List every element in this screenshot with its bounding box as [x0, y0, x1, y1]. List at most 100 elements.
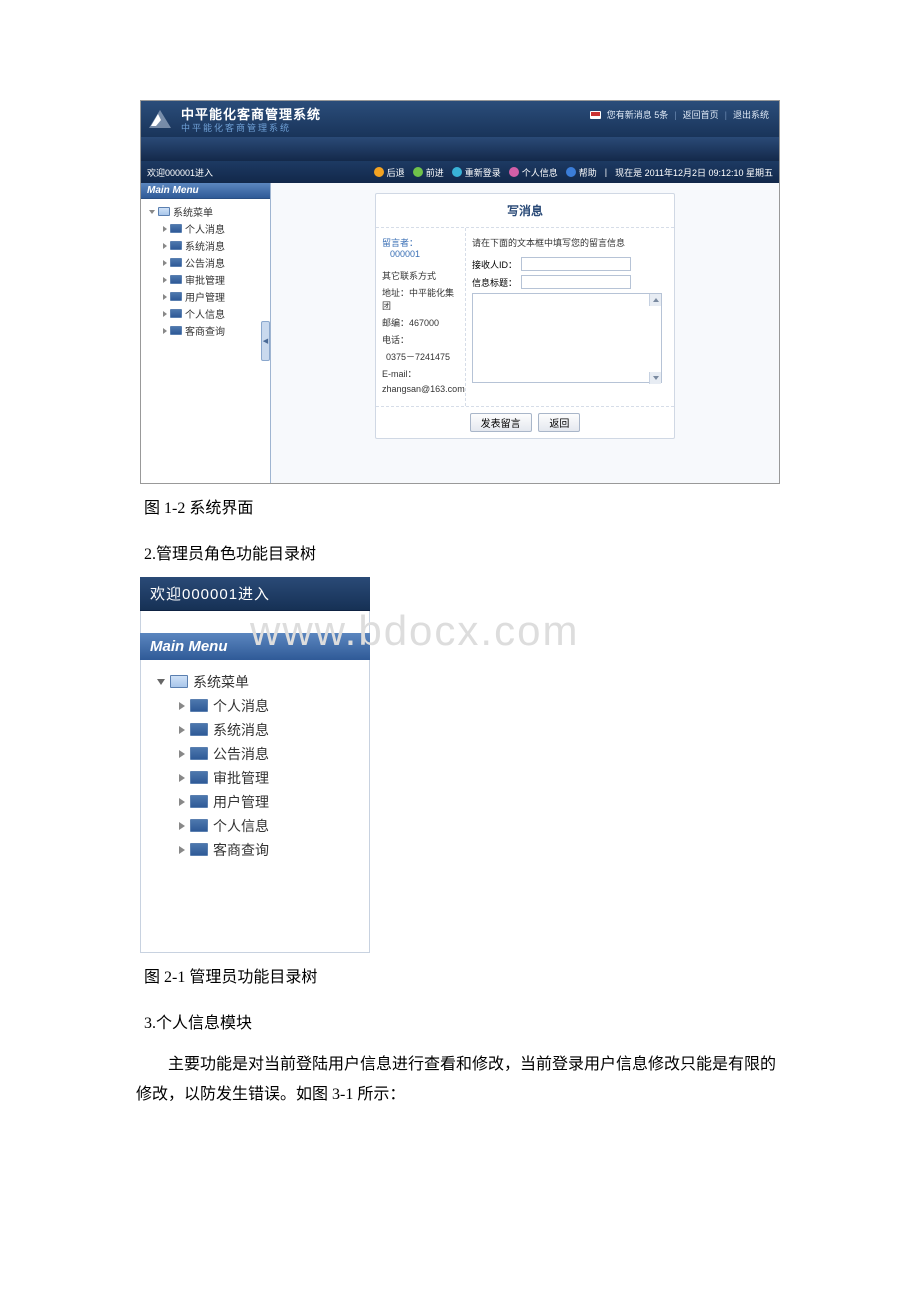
subject-label: 信息标题： — [472, 276, 517, 289]
folder-icon — [190, 723, 208, 736]
logout-link[interactable]: 退出系统 — [733, 108, 769, 121]
top-links: 您有新消息 5条 | 返回首页 | 退出系统 — [590, 108, 769, 121]
tree-item[interactable]: 审批管理 — [147, 766, 363, 790]
tree-item[interactable]: 公告消息 — [145, 254, 266, 271]
postcode-text: 邮编：467000 — [382, 316, 459, 329]
tree-item[interactable]: 个人消息 — [145, 220, 266, 237]
tree-item[interactable]: 客商查询 — [147, 838, 363, 862]
relogin-button[interactable]: 重新登录 — [452, 166, 501, 179]
main-menu-header: Main Menu — [140, 633, 370, 660]
message-textarea[interactable] — [472, 293, 662, 383]
forward-button[interactable]: 前进 — [413, 166, 444, 179]
header-band — [141, 137, 779, 161]
chevron-right-icon — [163, 294, 167, 300]
envelope-icon — [590, 111, 601, 119]
home-link[interactable]: 返回首页 — [683, 108, 719, 121]
panel-right: 请在下面的文本框中填写您的留言信息 接收人ID： 信息标题： — [466, 228, 674, 406]
folder-icon — [170, 241, 182, 250]
folder-open-icon — [158, 207, 170, 216]
chevron-right-icon — [163, 243, 167, 249]
folder-icon — [190, 819, 208, 832]
folder-icon — [170, 275, 182, 284]
phone-text: 0375－7241475 — [386, 350, 459, 363]
screenshot-sidebar-zoom: 欢迎000001进入 Main Menu 系统菜单 个人消息 系统消息 公告消息… — [140, 577, 370, 953]
sidebar-collapse-handle[interactable] — [261, 321, 270, 361]
tree-item[interactable]: 系统消息 — [147, 718, 363, 742]
scroll-up-icon[interactable] — [649, 294, 661, 306]
caption-2-1: 图 2-1 管理员功能目录树 — [144, 963, 780, 993]
forward-icon — [413, 167, 423, 177]
tree-item[interactable]: 系统消息 — [145, 237, 266, 254]
chevron-right-icon — [179, 798, 185, 806]
chevron-right-icon — [163, 311, 167, 317]
folder-icon — [190, 699, 208, 712]
tree-item-label: 个人信息 — [185, 306, 225, 321]
folder-icon — [170, 309, 182, 318]
toolbar: 欢迎000001进入 后退 前进 重新登录 个人信息 帮助 | 现在是 2011… — [141, 161, 779, 183]
folder-open-icon — [170, 675, 188, 688]
profile-label: 个人信息 — [522, 166, 558, 179]
relogin-label: 重新登录 — [465, 166, 501, 179]
tree-root-label: 系统菜单 — [193, 672, 249, 692]
tree-item[interactable]: 个人信息 — [145, 305, 266, 322]
tree-item-label: 客商查询 — [213, 840, 269, 860]
phone-label: 电话： — [382, 333, 459, 346]
back-button[interactable]: 后退 — [374, 166, 405, 179]
author-id: 000001 — [390, 249, 459, 259]
panel-title: 写消息 — [376, 194, 674, 228]
tree-item[interactable]: 客商查询 — [145, 322, 266, 339]
chevron-right-icon — [179, 702, 185, 710]
back-button[interactable]: 返回 — [538, 413, 580, 432]
time-text: 现在是 2011年12月2日 09:12:10 星期五 — [615, 166, 773, 179]
chevron-right-icon — [179, 846, 185, 854]
folder-icon — [170, 258, 182, 267]
newmsg-link[interactable]: 您有新消息 5条 — [607, 108, 669, 121]
tree-item-label: 审批管理 — [185, 272, 225, 287]
tree-item-label: 个人信息 — [213, 816, 269, 836]
chevron-right-icon — [179, 750, 185, 758]
folder-icon — [190, 771, 208, 784]
tree-item-label: 审批管理 — [213, 768, 269, 788]
help-button[interactable]: 帮助 — [566, 166, 597, 179]
tree-item-label: 客商查询 — [185, 323, 225, 338]
chevron-right-icon — [179, 822, 185, 830]
separator: | — [605, 167, 607, 177]
tree-root-label: 系统菜单 — [173, 204, 213, 219]
tree-item[interactable]: 用户管理 — [145, 288, 266, 305]
folder-icon — [170, 224, 182, 233]
tree-root[interactable]: 系统菜单 — [147, 670, 363, 694]
tree-item[interactable]: 个人消息 — [147, 694, 363, 718]
section-3-body: 主要功能是对当前登陆用户信息进行查看和修改，当前登录用户信息修改只能是有限的修改… — [136, 1050, 780, 1111]
profile-button[interactable]: 个人信息 — [509, 166, 558, 179]
folder-icon — [170, 292, 182, 301]
tree-item[interactable]: 用户管理 — [147, 790, 363, 814]
app-title-text: 中平能化客商管理系统 — [181, 107, 321, 122]
separator: | — [725, 110, 727, 120]
tree-item[interactable]: 公告消息 — [147, 742, 363, 766]
tree-item-label: 个人消息 — [213, 696, 269, 716]
chevron-right-icon — [163, 277, 167, 283]
screenshot-system-ui: 中平能化客商管理系统 中平能化客商管理系统 您有新消息 5条 | 返回首页 | … — [140, 100, 780, 484]
receiver-input[interactable] — [521, 257, 631, 271]
welcome-text: 欢迎000001进入 — [147, 166, 213, 179]
tree-item[interactable]: 个人信息 — [147, 814, 363, 838]
submit-button[interactable]: 发表留言 — [470, 413, 532, 432]
chevron-right-icon — [163, 226, 167, 232]
panel-footer: 发表留言 返回 — [376, 406, 674, 438]
tree-item-label: 用户管理 — [185, 289, 225, 304]
tree-item[interactable]: 审批管理 — [145, 271, 266, 288]
profile-icon — [509, 167, 519, 177]
tree-item-label: 公告消息 — [213, 744, 269, 764]
section-3-title: 3.个人信息模块 — [144, 1009, 780, 1039]
nav-tree: 系统菜单 个人消息 系统消息 公告消息 审批管理 用户管理 个人信息 客商查询 — [140, 660, 370, 953]
chevron-down-icon — [149, 210, 155, 214]
subject-input[interactable] — [521, 275, 631, 289]
instruction-text: 请在下面的文本框中填写您的留言信息 — [472, 236, 668, 249]
tree-root[interactable]: 系统菜单 — [145, 203, 266, 220]
folder-icon — [190, 795, 208, 808]
back-label: 后退 — [387, 166, 405, 179]
logo-icon — [147, 106, 173, 132]
chevron-right-icon — [179, 774, 185, 782]
scroll-down-icon[interactable] — [649, 372, 661, 384]
chevron-down-icon — [157, 679, 165, 685]
